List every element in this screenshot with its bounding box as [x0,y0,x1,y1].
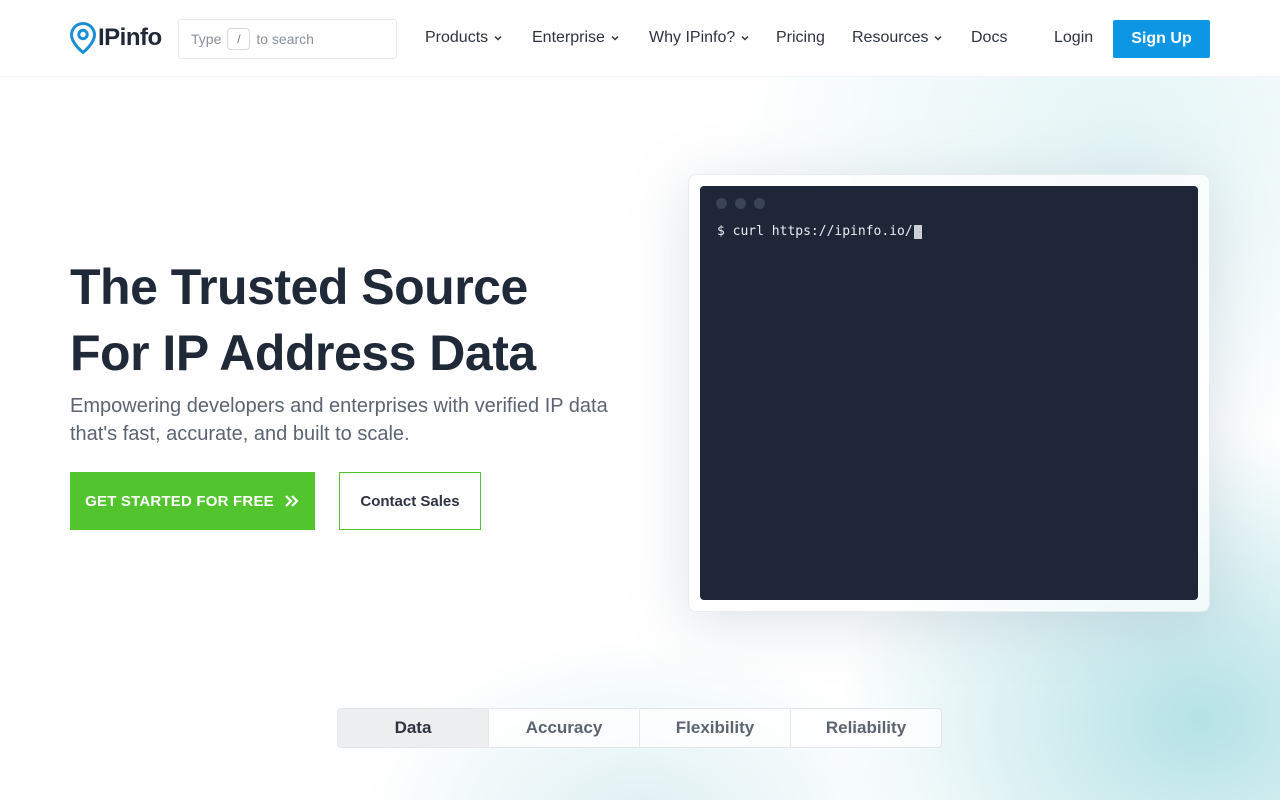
ipinfo-logo[interactable]: IPinfo [70,22,162,54]
terminal-cursor [913,224,922,239]
hero-title-line-1: The Trusted Source [70,259,528,315]
terminal-prompt: $ [717,224,725,239]
hero-title: The Trusted Source For IP Address Data [70,254,650,386]
nav-resources[interactable]: Resources [852,29,943,47]
search-prefix: Type [191,31,222,47]
window-dot-icon [716,198,727,209]
site-header: IPinfo Type / to search Products Enterpr… [0,0,1280,77]
chevron-down-icon [934,35,943,41]
window-dot-icon [754,198,765,209]
feature-tabs: Data Accuracy Flexibility Reliability [337,708,942,748]
get-started-label: GET STARTED FOR FREE [85,492,274,510]
logo-text: IPinfo [98,24,162,51]
nav-pricing[interactable]: Pricing [776,29,825,47]
chevron-down-icon [741,35,749,41]
nav-products-label: Products [425,29,489,46]
nav-why-ipinfo[interactable]: Why IPinfo? [649,29,750,47]
contact-sales-button[interactable]: Contact Sales [339,472,481,530]
nav-pricing-label: Pricing [776,29,825,46]
nav-docs[interactable]: Docs [971,29,1007,47]
chevron-down-icon [494,35,502,41]
get-started-button[interactable]: GET STARTED FOR FREE [70,472,315,530]
terminal-window: $ curl https://ipinfo.io/ [700,186,1198,600]
terminal-command-line: $ curl https://ipinfo.io/ [717,224,922,239]
nav-products[interactable]: Products [425,29,503,47]
search-suffix: to search [256,31,314,47]
search-shortcut-key: / [227,28,251,50]
login-link[interactable]: Login [1054,29,1093,47]
nav-resources-label: Resources [852,29,929,46]
tab-flexibility[interactable]: Flexibility [640,709,791,747]
location-pin-icon [70,22,96,54]
hero-subtitle: Empowering developers and enterprises wi… [70,395,608,445]
search-box[interactable]: Type / to search [178,19,397,59]
nav-why-ipinfo-label: Why IPinfo? [649,29,736,46]
nav-docs-label: Docs [971,29,1008,46]
hero-title-line-2: For IP Address Data [70,325,536,381]
sign-up-button[interactable]: Sign Up [1113,20,1210,58]
tab-accuracy[interactable]: Accuracy [489,709,640,747]
double-chevron-right-icon [285,495,299,507]
nav-enterprise-label: Enterprise [532,29,605,46]
chevron-down-icon [611,35,619,41]
tab-reliability[interactable]: Reliability [791,709,941,747]
terminal-command: curl https://ipinfo.io/ [732,224,913,239]
terminal-frame: $ curl https://ipinfo.io/ [688,174,1210,612]
tab-data[interactable]: Data [338,709,489,747]
nav-enterprise[interactable]: Enterprise [532,29,620,47]
window-dot-icon [735,198,746,209]
